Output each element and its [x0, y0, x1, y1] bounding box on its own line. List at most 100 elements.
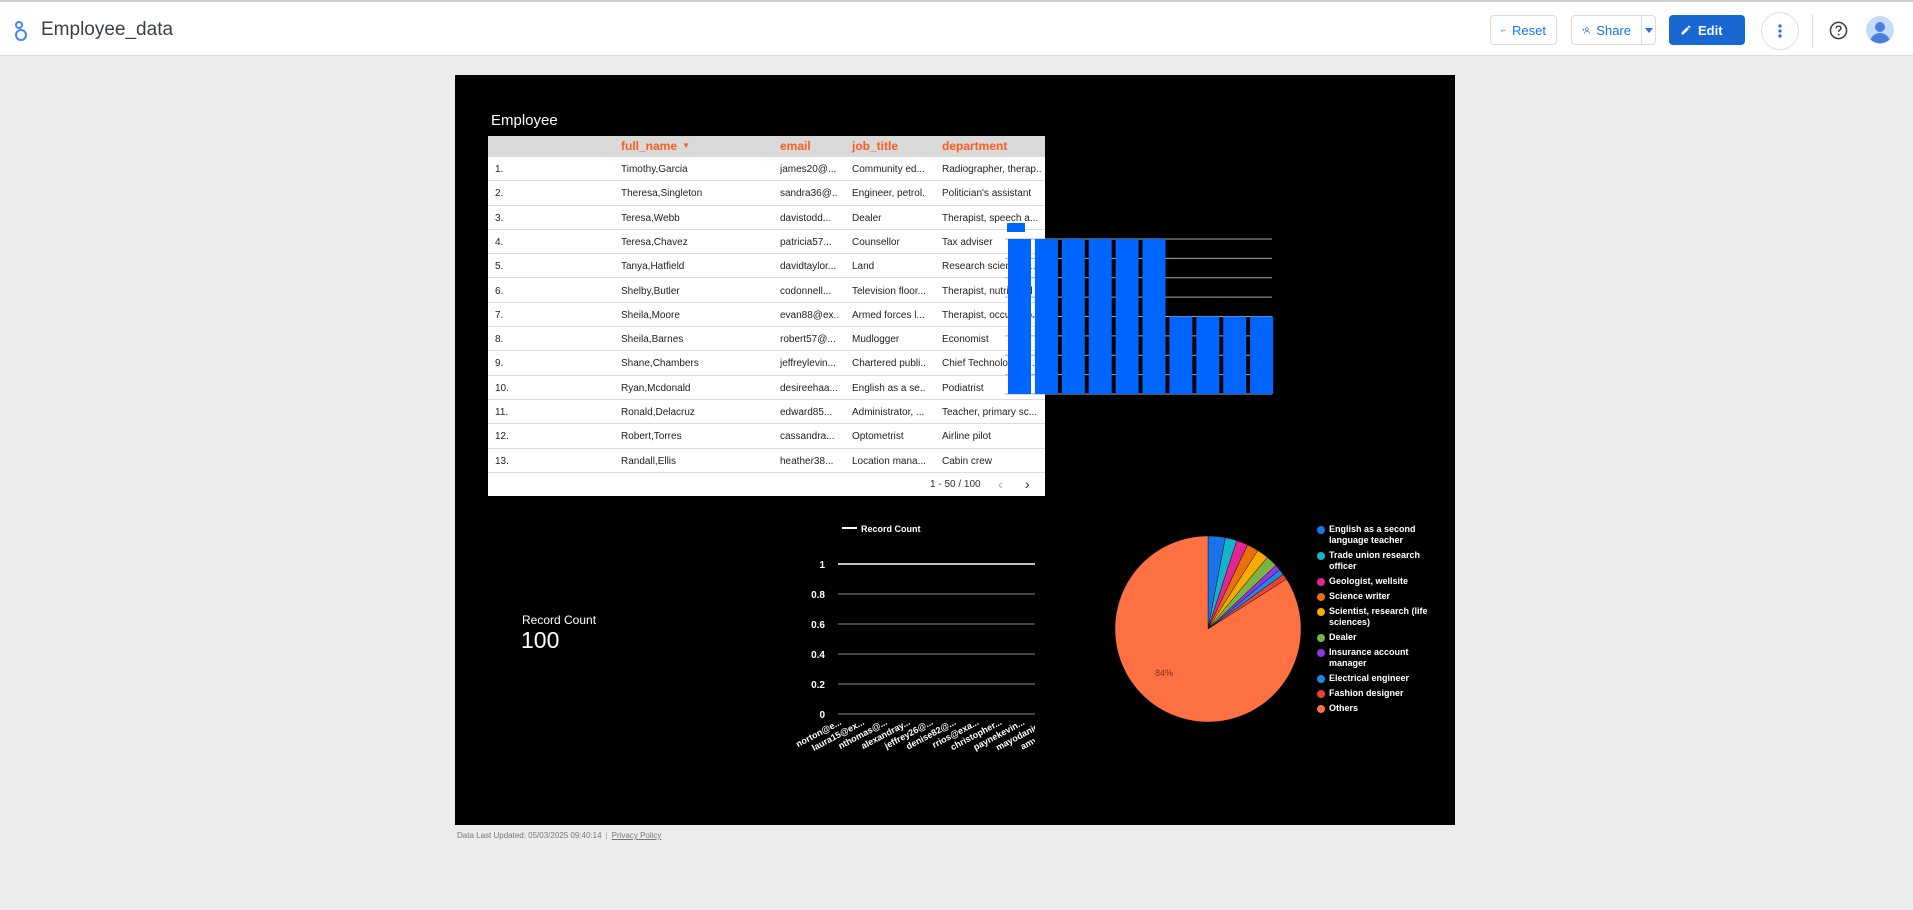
- pagination-range: 1 - 50 / 100: [930, 479, 981, 490]
- header-divider: [1812, 14, 1813, 48]
- legend-dot: [1317, 705, 1325, 713]
- cell-full-name: Randall,Ellis: [621, 455, 677, 467]
- cell-job-title: English as a se...: [852, 382, 926, 394]
- cell-email: james20@...: [780, 164, 837, 175]
- legend-item[interactable]: Electrical engineer: [1317, 673, 1432, 684]
- bar: [1142, 239, 1166, 394]
- table-row[interactable]: 4. Teresa,Chavez patricia57... Counsellor Ta…: [488, 230, 1045, 255]
- cell-email: edward85...: [780, 407, 833, 418]
- bar: [1223, 316, 1247, 394]
- y-tick-label: 0.6: [811, 620, 825, 631]
- employee-table[interactable]: full_name ▼ email job_title department 1.…: [488, 136, 1045, 496]
- cell-num: 5.: [495, 261, 504, 273]
- column-header-job-title[interactable]: job_title: [852, 139, 898, 153]
- cell-email: davistodd...: [780, 212, 832, 224]
- cell-num: 10.: [495, 382, 509, 394]
- column-header-full-name[interactable]: full_name ▼: [621, 139, 690, 153]
- more-options-button[interactable]: [1761, 12, 1799, 50]
- y-tick-label: 0.4: [811, 650, 825, 661]
- table-row[interactable]: 1. Timothy,Garcia james20@... Community ed.…: [488, 157, 1045, 182]
- table-row[interactable]: 5. Tanya,Hatfield davidtaylor... Land Resear…: [488, 254, 1045, 279]
- pie-legend: English as a second language teacher Trad…: [1317, 524, 1432, 718]
- cell-num: 1.: [495, 164, 504, 175]
- cell-num: 12.: [495, 431, 509, 443]
- cell-full-name: Shane,Chambers: [621, 358, 699, 370]
- add-person-icon: [1582, 26, 1590, 34]
- cell-email: codonnell...: [780, 285, 832, 297]
- legend-item[interactable]: Trade union research officer: [1317, 550, 1432, 572]
- table-header: full_name ▼ email job_title department: [488, 136, 1045, 157]
- share-button[interactable]: Share: [1571, 15, 1642, 45]
- cell-full-name: Timothy,Garcia: [621, 164, 688, 175]
- table-row[interactable]: 11. Ronald,Delacruz edward85... Administrat…: [488, 400, 1045, 425]
- legend-item[interactable]: Science writer: [1317, 591, 1432, 602]
- privacy-policy-link[interactable]: Privacy Policy: [612, 831, 662, 840]
- column-header-department[interactable]: department: [942, 139, 1007, 153]
- share-dropdown-button[interactable]: [1641, 15, 1656, 45]
- legend-item[interactable]: Insurance account manager: [1317, 647, 1432, 669]
- legend-label: Science writer: [1329, 591, 1391, 601]
- cell-email: desireehaa...: [780, 382, 838, 394]
- help-icon[interactable]: [1829, 21, 1848, 40]
- next-page-icon[interactable]: ›: [1025, 476, 1030, 492]
- legend-item[interactable]: Dealer: [1317, 632, 1432, 643]
- cell-job-title: Location mana...: [852, 455, 926, 467]
- cell-job-title: Chartered publi...: [852, 358, 926, 370]
- more-vert-icon: [1778, 24, 1782, 38]
- legend-item[interactable]: Scientist, research (life sciences): [1317, 606, 1432, 628]
- table-title: Employee: [491, 112, 558, 129]
- table-row[interactable]: 9. Shane,Chambers jeffreylevin... Chartered…: [488, 351, 1045, 376]
- cell-num: 8.: [495, 334, 504, 346]
- legend-item[interactable]: Geologist, wellsite: [1317, 576, 1432, 587]
- record-count-line-chart[interactable]: 10.80.60.40.20Record Countnorton@e...lau…: [695, 515, 1035, 775]
- report-title[interactable]: Employee_data: [41, 19, 173, 41]
- bar: [1008, 239, 1031, 394]
- footer: Data Last Updated: 05/03/2025 09:40:14 | P…: [457, 831, 662, 840]
- table-row[interactable]: 6. Shelby,Butler codonnell... Television fl…: [488, 279, 1045, 303]
- job-title-bar-chart[interactable]: [1005, 220, 1305, 470]
- cell-num: 7.: [495, 309, 504, 321]
- edit-button[interactable]: Edit: [1669, 15, 1745, 45]
- cell-department: Radiographer, therap...: [942, 164, 1042, 175]
- y-tick-label: 0.8: [811, 590, 825, 601]
- top-bar: Employee_data Reset Share Edit: [0, 0, 1913, 56]
- cell-num: 11.: [495, 407, 509, 418]
- bar: [1196, 316, 1220, 394]
- table-row[interactable]: 3. Teresa,Webb davistodd... Dealer Therapist…: [488, 206, 1045, 230]
- bar: [1088, 239, 1112, 394]
- cell-job-title: Land: [852, 261, 875, 273]
- table-row[interactable]: 8. Sheila,Barnes robert57@... Mudlogger Econ…: [488, 327, 1045, 352]
- bar: [1115, 239, 1139, 394]
- cell-email: sandra36@...: [780, 188, 838, 200]
- undo-icon: [1501, 28, 1506, 31]
- legend-label: Geologist, wellsite: [1329, 576, 1409, 586]
- legend-label: Electrical engineer: [1329, 673, 1410, 683]
- cell-full-name: Ronald,Delacruz: [621, 407, 695, 418]
- cell-email: davidtaylor...: [780, 261, 837, 273]
- legend-swatch: [1007, 223, 1025, 232]
- bar: [1061, 239, 1085, 394]
- cell-full-name: Sheila,Barnes: [621, 334, 684, 346]
- table-row[interactable]: 2. Theresa,Singleton sandra36@... Engineer,…: [488, 181, 1045, 206]
- looker-studio-logo-icon[interactable]: [12, 20, 30, 42]
- table-row[interactable]: 7. Sheila,Moore evan88@ex... Armed forces l…: [488, 303, 1045, 328]
- cell-full-name: Theresa,Singleton: [621, 188, 703, 200]
- legend-item[interactable]: Fashion designer: [1317, 688, 1432, 699]
- table-row[interactable]: 12. Robert,Torres cassandra... Optometrist A…: [488, 424, 1045, 449]
- legend-dot: [1317, 593, 1325, 601]
- job-title-pie-chart[interactable]: 84%: [1095, 520, 1315, 730]
- legend-item[interactable]: Others: [1317, 703, 1432, 714]
- cell-email: cassandra...: [780, 431, 835, 443]
- legend-label: Record Count: [861, 524, 921, 534]
- cell-num: 6.: [495, 285, 504, 297]
- table-row[interactable]: 10. Ryan,Mcdonald desireehaa... English as …: [488, 376, 1045, 400]
- column-header-email[interactable]: email: [780, 139, 811, 153]
- pie-percent-label: 84%: [1155, 668, 1173, 678]
- reset-button[interactable]: Reset: [1490, 15, 1557, 45]
- cell-email: patricia57...: [780, 236, 832, 248]
- cell-job-title: Television floor...: [852, 285, 926, 297]
- table-row[interactable]: 13. Randall,Ellis heather38... Location man…: [488, 449, 1045, 473]
- prev-page-icon[interactable]: ‹: [998, 476, 1003, 492]
- legend-item[interactable]: English as a second language teacher: [1317, 524, 1432, 546]
- account-avatar-icon[interactable]: [1866, 16, 1894, 44]
